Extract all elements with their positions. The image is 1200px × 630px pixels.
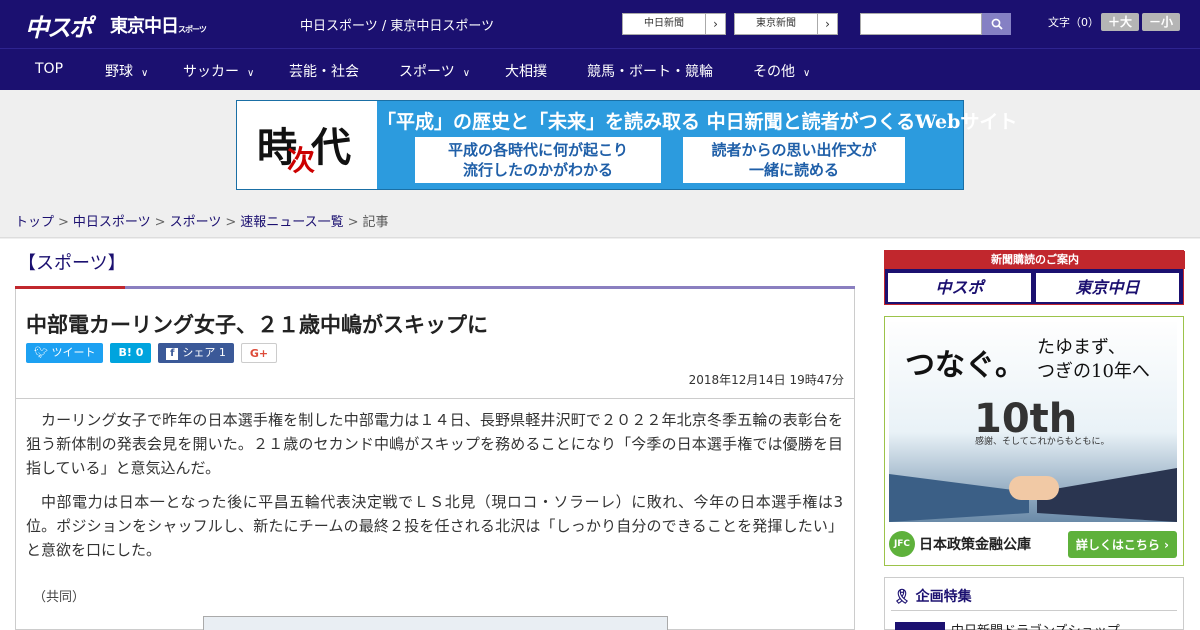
chevron-right-icon: › <box>817 14 837 34</box>
chevron-down-icon: ∨ <box>247 68 255 79</box>
chevron-down-icon: ∨ <box>141 68 149 79</box>
tweet-label: ツイート <box>51 346 96 359</box>
breadcrumb-current: 記事 <box>362 215 389 230</box>
main-nav: TOP 野球 ∨ サッカー ∨ 芸能・社会 スポーツ ∨ 大相撲 競馬・ボート・競輪 … <box>0 48 1200 90</box>
banner-box-right: 読者からの思い出作文が 一緒に読める <box>683 137 905 183</box>
facebook-icon: f <box>166 348 179 360</box>
search-form <box>860 13 1011 35</box>
breadcrumb-separator: > <box>58 215 69 230</box>
jidai-char-3: 代 <box>311 124 351 171</box>
category-heading: 【スポーツ】 <box>18 253 126 274</box>
breadcrumb-separator: > <box>347 215 359 230</box>
nav-item-label: 芸能・社会 <box>289 64 359 80</box>
tokyo-chunichi-logo-text: 東京中日 <box>110 16 179 37</box>
chevron-right-icon: › <box>705 14 725 34</box>
googleplus-button[interactable]: G+ <box>240 343 278 363</box>
jidai-banner[interactable]: 時 次 代 「平成」の歴史と「未来」を読み取る 中日新聞と読者がつくるWebサイ… <box>236 100 1018 190</box>
ad-tagline: 感謝、そしてこれからもともに。 <box>975 437 1110 447</box>
banner-box-left: 平成の各時代に何が起こり 流行したのかがわかる <box>415 137 661 183</box>
nav-item-label: スポーツ <box>399 64 455 80</box>
breadcrumb-separator: > <box>154 215 166 230</box>
nav-item-label: サッカー <box>183 64 239 80</box>
facebook-share-label: シェア 1 <box>182 346 226 359</box>
ad-footer: JFC 日本政策金融公庫 詳しくはこちら › <box>889 525 1177 563</box>
subscription-caption: 新聞購読のご案内 <box>885 251 1185 269</box>
article-photo[interactable] <box>203 616 668 630</box>
site-header: 中スポ 東京中日スポーツ 中日スポーツ / 東京中日スポーツ 中日新聞 › 東京… <box>0 0 1200 48</box>
tokyo-shimbun-link[interactable]: 東京新聞 › <box>734 13 838 35</box>
hatena-button[interactable]: B! 0 <box>110 343 152 363</box>
banner-headline: 「平成」の歴史と「未来」を読み取る 中日新聞と読者がつくるWebサイト <box>377 111 1018 133</box>
nav-item-label: その他 <box>753 64 795 80</box>
article-credit: （共同） <box>33 590 86 605</box>
breadcrumb-top[interactable]: トップ <box>15 215 54 230</box>
nav-item-soccer[interactable]: サッカー ∨ <box>183 61 254 81</box>
twitter-icon: 🐦︎ <box>34 346 52 359</box>
article-paragraph: 中部電力は日本一となった後に平昌五輪代表決定戦でＬＳ北見（現ロコ・ソラーレ）に敗… <box>26 493 843 559</box>
article-title: 中部電カーリング女子、２１歳中嶋がスキップに <box>26 313 488 337</box>
chunichi-shimbun-link[interactable]: 中日新聞 › <box>622 13 726 35</box>
nav-item-entertainment[interactable]: 芸能・社会 <box>289 61 359 81</box>
feature-heading: 🎗︎ 企画特集 <box>893 586 972 606</box>
nav-item-label: 競馬・ボート・競輪 <box>587 64 713 80</box>
jidai-logo: 時 次 代 <box>237 101 377 189</box>
ad-organization: 日本政策金融公庫 <box>919 537 1031 553</box>
search-button[interactable] <box>982 13 1011 35</box>
left-arm-shape <box>889 474 1029 522</box>
handshake-shape <box>1009 476 1059 500</box>
nav-item-label: 大相撲 <box>505 64 547 80</box>
article-date: 2018年12月14日 19時47分 <box>688 373 844 387</box>
share-buttons: 🐦︎ ツイート B! 0 f シェア 1 G+ <box>26 343 278 363</box>
article-body: カーリング女子で昨年の日本選手権を制した中部電力は１４日、長野県軽井沢町で２０２… <box>26 408 843 572</box>
feature-thumbnail[interactable] <box>895 622 945 630</box>
ad-headline: つなぐ。 <box>905 348 1025 383</box>
ad-image: つなぐ。 たゆまず、 つぎの10年へ 10th 感謝、そしてこれからもともに。 <box>889 322 1177 522</box>
breadcrumb: トップ > 中日スポーツ > スポーツ > 速報ニュース一覧 > 記事 <box>0 200 1200 238</box>
ribbon-icon: 🎗︎ <box>893 589 916 605</box>
breadcrumb-news-list[interactable]: 速報ニュース一覧 <box>240 215 343 230</box>
chevron-down-icon: ∨ <box>462 68 471 79</box>
article-divider <box>15 398 855 399</box>
tweet-button[interactable]: 🐦︎ ツイート <box>26 343 104 363</box>
tokyo-chunichi-logo-small: スポーツ <box>178 25 207 34</box>
feature-heading-text: 企画特集 <box>915 589 972 605</box>
ad-subheadline: たゆまず、 つぎの10年へ <box>1037 337 1150 382</box>
feature-divider <box>891 610 1177 611</box>
nav-item-racing[interactable]: 競馬・ボート・競輪 <box>587 61 713 81</box>
jfc-logo-icon: JFC <box>889 531 915 557</box>
search-icon <box>991 18 1003 30</box>
facebook-share-button[interactable]: f シェア 1 <box>158 343 234 363</box>
feature-box: 🎗︎ 企画特集 中日新聞ドラゴンズショップ <box>884 577 1184 630</box>
tokyo-chunichi-logo[interactable]: 東京中日スポーツ <box>110 12 207 38</box>
jfc-advertisement[interactable]: つなぐ。 たゆまず、 つぎの10年へ 10th 感謝、そしてこれからもともに。 … <box>884 316 1184 566</box>
breadcrumb-sports[interactable]: スポーツ <box>170 215 222 230</box>
breadcrumb-separator: > <box>225 215 237 230</box>
article-paragraph: カーリング女子で昨年の日本選手権を制した中部電力は１４日、長野県軽井沢町で２０２… <box>26 411 843 477</box>
chunichi-shimbun-label: 中日新聞 <box>644 18 684 29</box>
chuspo-logo[interactable]: 中スポ <box>25 8 93 43</box>
nav-item-label: 野球 <box>105 64 133 80</box>
nav-item-other[interactable]: その他 ∨ <box>753 61 810 81</box>
font-increase-button[interactable]: ＋大 <box>1101 13 1139 31</box>
chevron-down-icon: ∨ <box>803 68 811 79</box>
font-decrease-button[interactable]: －小 <box>1142 13 1180 31</box>
nav-item-top[interactable]: TOP <box>35 61 63 77</box>
nav-item-sumo[interactable]: 大相撲 <box>505 61 547 81</box>
subscription-banner[interactable]: 新聞購読のご案内 中スポ 東京中日 <box>884 250 1185 305</box>
nav-item-sports[interactable]: スポーツ ∨ <box>399 61 470 81</box>
tokyo-shimbun-label: 東京新聞 <box>756 18 796 29</box>
nav-item-label: TOP <box>35 61 64 77</box>
font-size-label: 文字（0） <box>1048 16 1099 29</box>
nav-item-baseball[interactable]: 野球 ∨ <box>105 61 148 81</box>
search-input[interactable] <box>860 13 982 35</box>
subscribe-chuspo-logo[interactable]: 中スポ <box>888 273 1031 302</box>
site-name: 中日スポーツ / 東京中日スポーツ <box>300 19 495 34</box>
breadcrumb-chunichi-sports[interactable]: 中日スポーツ <box>73 215 151 230</box>
feature-item[interactable]: 中日新聞ドラゴンズショップ <box>951 620 1120 630</box>
ad-details-button[interactable]: 詳しくはこちら › <box>1067 530 1177 558</box>
subscribe-tokyo-chunichi-logo[interactable]: 東京中日 <box>1036 273 1179 302</box>
